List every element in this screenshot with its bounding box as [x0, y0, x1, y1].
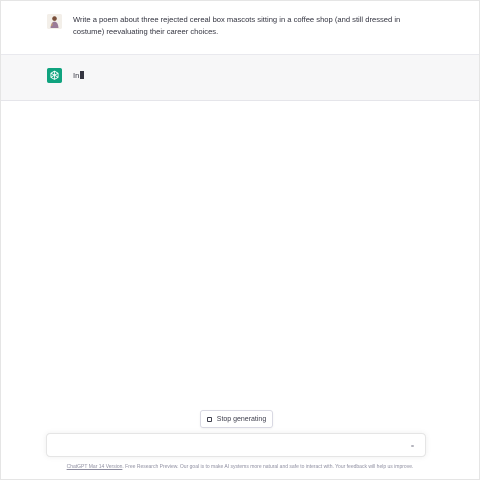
stop-square-icon	[206, 416, 212, 422]
user-message-row: Write a poem about three rejected cereal…	[1, 1, 479, 55]
user-avatar-icon	[47, 14, 62, 29]
openai-logo-icon	[47, 68, 62, 83]
chat-app: Write a poem about three rejected cereal…	[0, 0, 480, 480]
assistant-message-text: In	[73, 71, 80, 80]
message-input[interactable]	[46, 433, 426, 457]
assistant-message: In	[73, 70, 403, 82]
version-link[interactable]: ChatGPT Mar 14 Version	[67, 464, 123, 470]
assistant-message-row: In	[1, 55, 479, 101]
footer-text: . Free Research Preview. Our goal is to …	[122, 464, 414, 470]
send-icon[interactable]	[411, 445, 414, 447]
user-message-text: Write a poem about three rejected cereal…	[73, 15, 401, 36]
stop-generating-button[interactable]: Stop generating	[200, 410, 273, 428]
typing-cursor	[80, 71, 85, 79]
stop-generating-label: Stop generating	[216, 415, 267, 423]
footer-disclaimer: ChatGPT Mar 14 Version. Free Research Pr…	[1, 463, 479, 471]
